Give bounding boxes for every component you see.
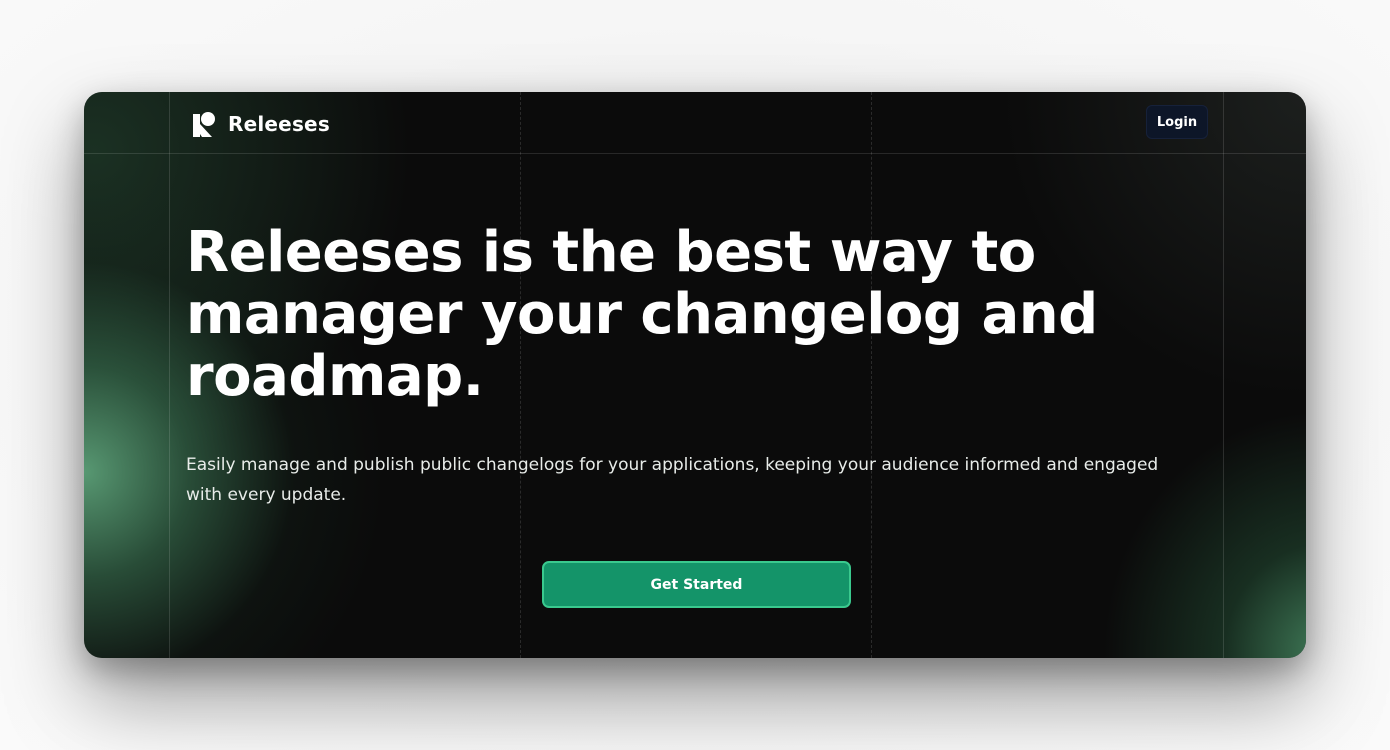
header-divider bbox=[84, 153, 1306, 154]
hero-window: Releeses Login Releeses is the best way … bbox=[84, 92, 1306, 658]
hero-headline: Releeses is the best way to manager your… bbox=[186, 220, 1098, 409]
releeses-logo-icon bbox=[193, 112, 215, 137]
page-backdrop: Releeses Login Releeses is the best way … bbox=[0, 0, 1390, 750]
brand-name: Releeses bbox=[228, 112, 330, 136]
grid-line bbox=[1223, 92, 1224, 658]
brand[interactable]: Releeses bbox=[192, 110, 330, 138]
login-button[interactable]: Login bbox=[1146, 105, 1208, 139]
get-started-button[interactable]: Get Started bbox=[542, 561, 851, 608]
grid-line bbox=[169, 92, 170, 658]
hero-subheadline: Easily manage and publish public changel… bbox=[186, 455, 1159, 505]
